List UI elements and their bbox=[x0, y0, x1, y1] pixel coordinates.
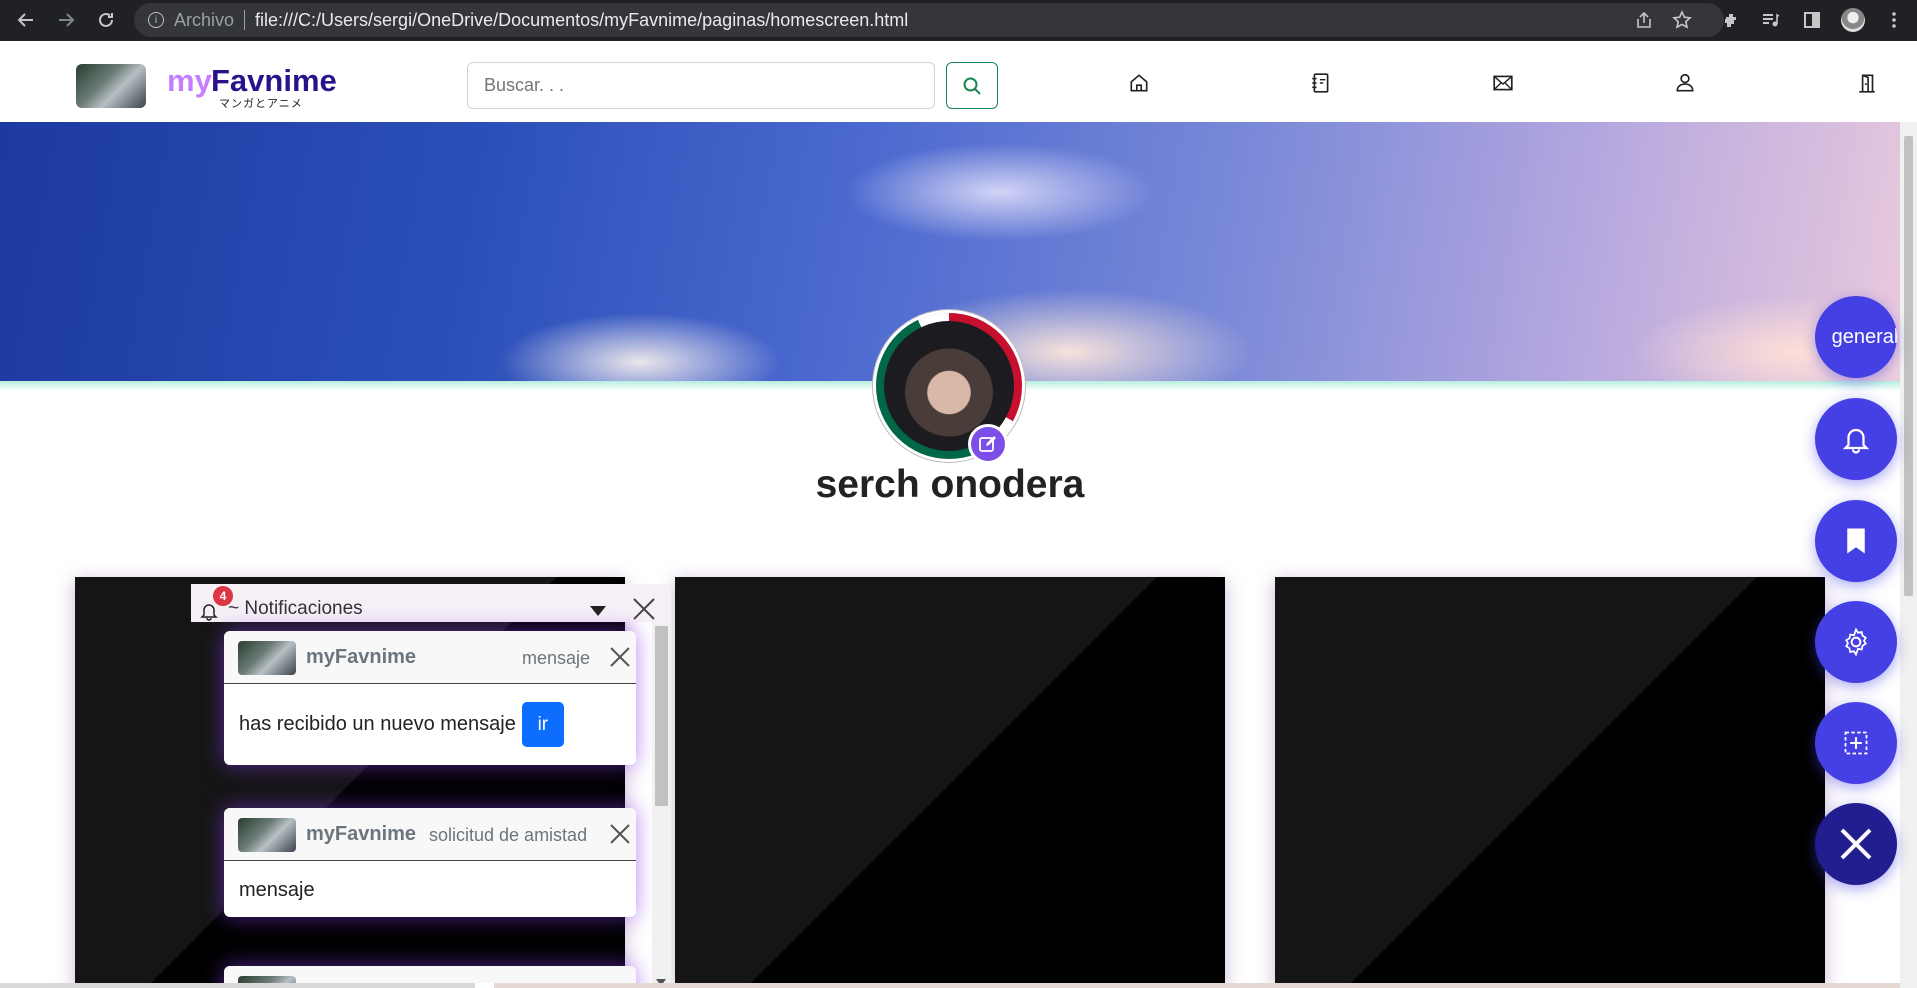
gear-icon bbox=[1845, 627, 1867, 657]
info-icon[interactable]: i bbox=[148, 12, 164, 28]
back-icon[interactable] bbox=[12, 6, 40, 34]
notifications-fab[interactable] bbox=[1815, 398, 1897, 480]
notifications-panel: 4 ~ Notificaciones myFavnime mensaje has… bbox=[191, 584, 671, 988]
toast-body: mensaje bbox=[224, 861, 636, 917]
address-bar[interactable]: i Archivo file:///C:/Users/sergi/OneDriv… bbox=[134, 3, 1724, 37]
browser-toolbar: i Archivo file:///C:/Users/sergi/OneDriv… bbox=[0, 0, 1917, 41]
edit-icon bbox=[979, 436, 996, 452]
general-button-label: general bbox=[1831, 325, 1897, 348]
add-icon bbox=[1844, 731, 1868, 755]
toast-close-button[interactable] bbox=[609, 646, 631, 668]
toast-close-button[interactable] bbox=[609, 823, 631, 845]
notifications-scrollbar-thumb[interactable] bbox=[655, 626, 668, 806]
settings-fab[interactable] bbox=[1815, 601, 1897, 683]
person-icon[interactable] bbox=[1670, 68, 1700, 98]
url-divider bbox=[244, 10, 246, 30]
bell-icon bbox=[1842, 428, 1870, 454]
profile-name: serch onodera bbox=[815, 463, 1085, 506]
media-icon[interactable] bbox=[1756, 6, 1784, 34]
page-bottom-strip bbox=[0, 983, 1900, 988]
notifications-header: 4 ~ Notificaciones bbox=[191, 584, 671, 622]
bookmark-icon bbox=[1847, 528, 1865, 554]
page-scrollbar-thumb[interactable] bbox=[1904, 136, 1913, 596]
url-scheme-label: Archivo bbox=[174, 9, 235, 30]
profile-icon[interactable] bbox=[1839, 6, 1867, 34]
logo-text-my[interactable]: my bbox=[167, 63, 212, 99]
notification-bell[interactable] bbox=[199, 601, 219, 626]
search-input[interactable] bbox=[467, 62, 935, 109]
notifications-scrollbar[interactable] bbox=[652, 622, 671, 988]
chevron-down-icon[interactable] bbox=[590, 606, 606, 616]
close-fab-menu-button[interactable] bbox=[1815, 803, 1897, 885]
logo-text-favnime[interactable]: Favnime bbox=[211, 63, 337, 99]
toast-message: mensaje bbox=[239, 879, 315, 901]
notifications-title: ~ Notificaciones bbox=[228, 598, 363, 619]
add-fab[interactable] bbox=[1815, 702, 1897, 784]
toast-app-name: myFavnime bbox=[306, 823, 417, 845]
url-text[interactable]: file:///C:/Users/sergi/OneDrive/Document… bbox=[255, 10, 908, 31]
toast-app-name: myFavnime bbox=[306, 646, 417, 668]
star-icon[interactable] bbox=[1668, 6, 1696, 34]
page-scrollbar[interactable] bbox=[1900, 122, 1917, 988]
close-icon bbox=[610, 824, 630, 844]
logo-subtitle: マンガとアニメ bbox=[219, 98, 303, 110]
edit-avatar-button[interactable] bbox=[968, 424, 1008, 464]
sidebar-icon[interactable] bbox=[1798, 6, 1826, 34]
search-icon bbox=[963, 77, 981, 95]
toast-tag: solicitud de amistad bbox=[429, 825, 588, 845]
extensions-icon[interactable] bbox=[1718, 6, 1746, 34]
journal-icon[interactable] bbox=[1306, 68, 1336, 98]
toast-app-avatar bbox=[238, 818, 296, 852]
close-icon bbox=[610, 647, 630, 667]
notification-toast: myFavnime solicitud de amistad mensaje bbox=[224, 808, 636, 917]
toast-body: has recibido un nuevo mensaje ir bbox=[224, 684, 636, 765]
toast-header: myFavnime solicitud de amistad bbox=[224, 808, 636, 861]
general-button[interactable]: general bbox=[1815, 296, 1897, 378]
logo-image[interactable] bbox=[76, 64, 146, 108]
reload-icon[interactable] bbox=[92, 6, 120, 34]
forward-icon[interactable] bbox=[52, 6, 80, 34]
close-notifications-button[interactable] bbox=[631, 596, 657, 622]
site-navbar: my Favnime マンガとアニメ bbox=[0, 41, 1917, 122]
close-icon bbox=[633, 598, 655, 620]
toast-message: has recibido un nuevo mensaje bbox=[239, 713, 516, 735]
mail-icon[interactable] bbox=[1488, 68, 1518, 98]
search-button[interactable] bbox=[946, 62, 998, 109]
share-icon[interactable] bbox=[1630, 6, 1658, 34]
content-card[interactable] bbox=[675, 577, 1225, 988]
bookmarks-fab[interactable] bbox=[1815, 500, 1897, 582]
home-icon[interactable] bbox=[1124, 68, 1154, 98]
content-card[interactable] bbox=[1275, 577, 1825, 988]
close-icon bbox=[1840, 828, 1872, 860]
menu-icon[interactable] bbox=[1880, 6, 1908, 34]
toast-tag: mensaje bbox=[522, 648, 591, 668]
toast-header: myFavnime mensaje bbox=[224, 631, 636, 684]
toast-app-avatar bbox=[238, 641, 296, 675]
go-button[interactable]: ir bbox=[521, 702, 564, 747]
notification-toast: myFavnime mensaje has recibido un nuevo … bbox=[224, 631, 636, 765]
door-icon[interactable] bbox=[1852, 68, 1882, 98]
